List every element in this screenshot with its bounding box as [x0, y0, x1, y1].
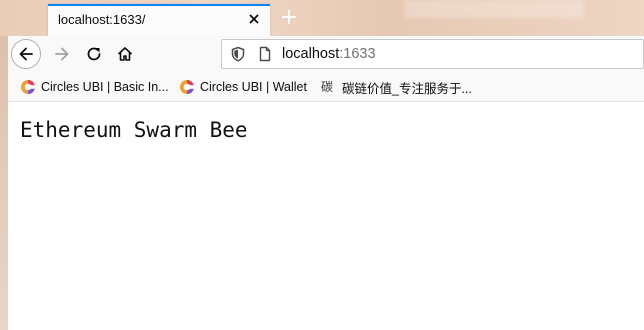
circles-logo-icon [180, 80, 194, 94]
home-button[interactable] [110, 39, 140, 69]
browser-tab[interactable]: localhost:1633/ [48, 4, 270, 36]
page-heading: Ethereum Swarm Bee [20, 118, 248, 142]
close-icon[interactable] [246, 11, 262, 27]
bookmark-circles-wallet[interactable]: Circles UBI | Wallet [179, 79, 307, 95]
tab-title: localhost:1633/ [58, 12, 146, 27]
reload-icon [87, 47, 101, 61]
url-bar[interactable]: localhost:1633 [221, 39, 644, 69]
home-icon [117, 47, 133, 61]
navigation-toolbar: localhost:1633 [8, 36, 644, 73]
circles-logo-icon [21, 80, 35, 94]
bookmarks-toolbar: Circles UBI | Basic In... Circles UBI | … [8, 73, 644, 102]
window-edge [0, 36, 8, 330]
shield-icon[interactable] [230, 46, 246, 62]
background-blur [404, 0, 584, 18]
forward-button[interactable] [47, 39, 77, 69]
bookmark-label: Circles UBI | Wallet [200, 80, 307, 94]
arrow-right-icon [55, 47, 69, 61]
arrow-left-icon [19, 47, 33, 61]
bookmark-circles-basic-income[interactable]: Circles UBI | Basic In... [20, 79, 169, 95]
bookmark-label: Circles UBI | Basic In... [41, 80, 169, 94]
bookmark-tanlian[interactable]: 碳 碳链价值_专注服务于... [321, 79, 472, 96]
url-port: :1633 [339, 46, 376, 62]
reload-button[interactable] [79, 39, 109, 69]
bookmark-label: 碳链价值_专注服务于... [342, 81, 472, 96]
tan-char-icon: 碳 [321, 80, 334, 94]
page-content: Ethereum Swarm Bee [8, 102, 644, 330]
back-button[interactable] [11, 39, 41, 69]
url-text[interactable]: localhost:1633 [282, 46, 376, 62]
url-host: localhost [282, 46, 340, 62]
page-icon[interactable] [257, 46, 273, 62]
plus-icon[interactable] [279, 7, 299, 27]
